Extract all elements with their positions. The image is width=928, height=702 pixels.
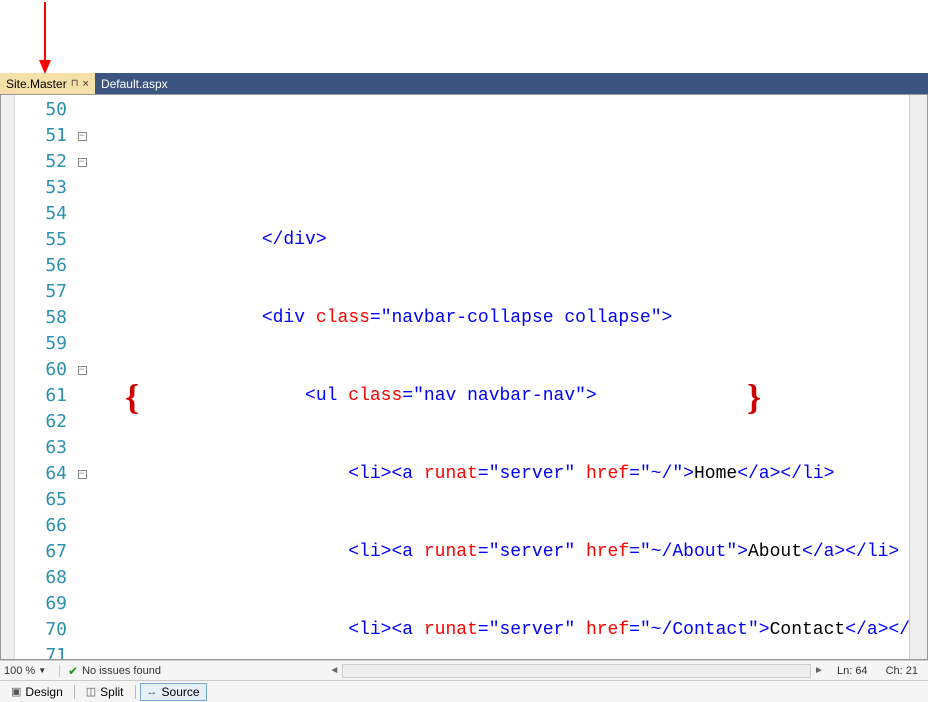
view-split-button[interactable]: ◫ Split [79, 683, 131, 701]
scroll-left-icon[interactable]: ◄ [326, 665, 342, 676]
line-number: 64 [15, 461, 67, 487]
health-text: No issues found [82, 665, 161, 677]
line-number: 50 [15, 97, 67, 123]
line-number: 62 [15, 409, 67, 435]
line-number: 53 [15, 175, 67, 201]
view-design-button[interactable]: ▣ Design [4, 683, 70, 701]
view-label: Split [100, 685, 123, 699]
scroll-right-icon[interactable]: ► [811, 665, 827, 676]
line-number: 52 [15, 149, 67, 175]
view-label: Design [25, 685, 62, 699]
source-icon: ↔ [147, 686, 158, 698]
vertical-scrollbar[interactable] [909, 95, 927, 659]
annotation-arrow [30, 0, 60, 80]
line-number: 55 [15, 227, 67, 253]
code-editor: 50 51 52 53 54 55 56 57 58 59 60 61 62 6… [0, 95, 928, 660]
view-label: Source [162, 685, 200, 699]
editor-status-bar: 100 % ▼ ✔ No issues found ◄ ► Ln: 64 Ch:… [0, 660, 928, 680]
tab-label: Site.Master [6, 77, 67, 91]
line-number: 65 [15, 487, 67, 513]
line-number: 67 [15, 539, 67, 565]
checkmark-icon: ✔ [68, 664, 78, 678]
outlining-margin[interactable]: − − − − [75, 95, 89, 659]
line-number: 68 [15, 565, 67, 591]
split-icon: ◫ [86, 685, 96, 698]
separator [74, 685, 75, 699]
zoom-dropdown[interactable]: 100 % ▼ [0, 665, 60, 677]
tab-site-master[interactable]: Site.Master ⊓ × [0, 73, 95, 94]
tab-label: Default.aspx [101, 77, 168, 91]
line-number: 60 [15, 357, 67, 383]
line-number: 71 [15, 643, 67, 660]
document-tab-bar: Site.Master ⊓ × Default.aspx [0, 73, 928, 95]
zoom-value: 100 % [4, 665, 35, 677]
chevron-down-icon: ▼ [38, 666, 46, 675]
line-number: 70 [15, 617, 67, 643]
pin-icon[interactable]: ⊓ [71, 78, 79, 89]
design-icon: ▣ [11, 685, 21, 698]
view-source-button[interactable]: ↔ Source [140, 683, 207, 701]
scroll-track[interactable] [342, 664, 811, 678]
line-number: 57 [15, 279, 67, 305]
view-mode-bar: ▣ Design ◫ Split ↔ Source [0, 680, 928, 702]
caret-position: Ln: 64 Ch: 21 [827, 665, 928, 677]
visual-studio-editor: Site.Master ⊓ × Default.aspx 50 51 52 53… [0, 0, 928, 702]
line-number: 69 [15, 591, 67, 617]
line-number: 59 [15, 331, 67, 357]
tab-default-aspx[interactable]: Default.aspx [95, 73, 174, 94]
separator [135, 685, 136, 699]
line-number: 61 [15, 383, 67, 409]
health-indicator[interactable]: ✔ No issues found [60, 664, 326, 678]
line-number: 54 [15, 201, 67, 227]
horizontal-scrollbar[interactable]: ◄ ► [326, 664, 827, 678]
line-number: 63 [15, 435, 67, 461]
indicator-margin [1, 95, 15, 659]
line-number: 58 [15, 305, 67, 331]
close-icon[interactable]: × [83, 78, 89, 90]
line-number: 56 [15, 253, 67, 279]
line-number: 66 [15, 513, 67, 539]
line-number: 51 [15, 123, 67, 149]
line-number-gutter: 50 51 52 53 54 55 56 57 58 59 60 61 62 6… [15, 95, 75, 659]
code-area[interactable]: { } </div> <div class="navbar-collapse c… [89, 95, 909, 659]
